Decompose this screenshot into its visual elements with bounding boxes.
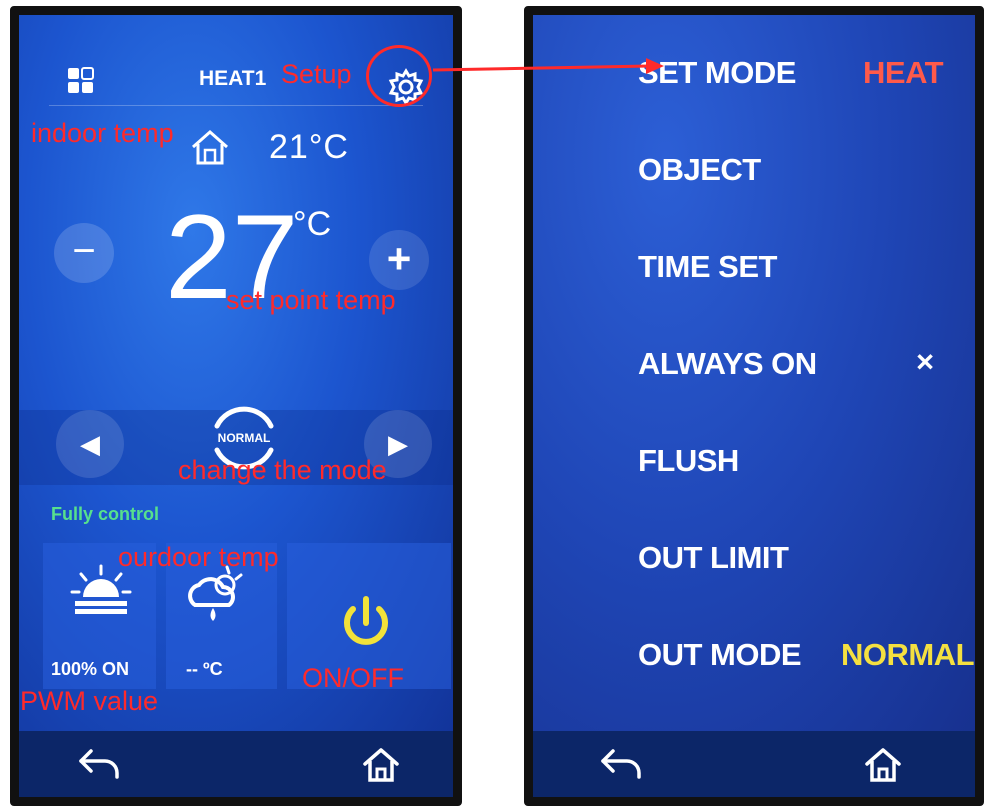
annotation-change-mode: change the mode [178,455,387,485]
annotation-on-off: ON/OFF [302,663,404,693]
annotation-setpoint-temp: set point temp [226,285,396,315]
annotation-indoor-temp: indoor temp [31,118,174,148]
annotation-outdoor-temp: ourdoor temp [118,542,279,572]
annotation-setup: Setup [281,59,352,89]
annotation-pwm-value: PWM value [20,686,159,716]
